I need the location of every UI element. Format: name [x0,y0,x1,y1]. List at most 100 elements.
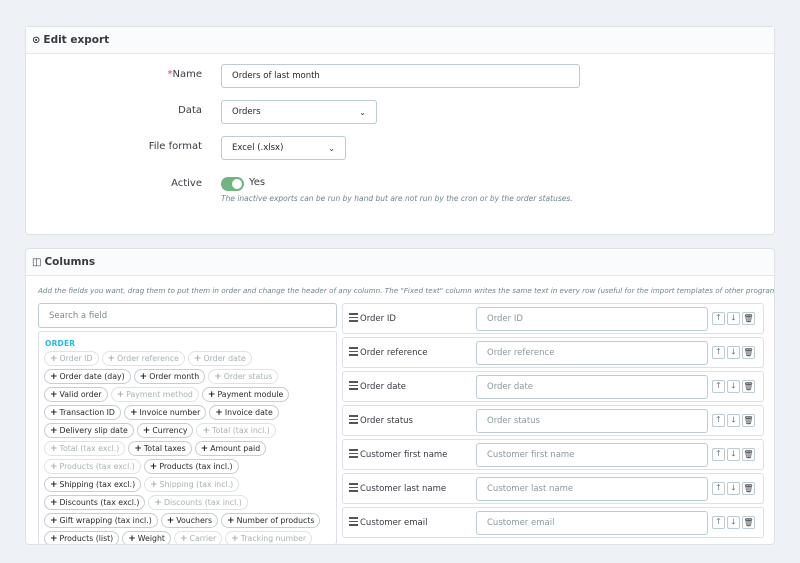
arrow-up-icon[interactable]: 🡑 [712,346,725,359]
field-tag[interactable]: + Total taxes [128,441,192,456]
arrow-down-icon[interactable]: 🡓 [727,482,740,495]
field-tag[interactable]: + Invoice date [209,405,279,420]
field-tag[interactable]: + Discounts (tax excl.) [44,495,146,510]
column-row[interactable]: Order reference Order reference 🡑 🡓 🗑 [342,337,764,368]
column-header-input[interactable]: Customer last name [476,477,708,501]
column-header-input[interactable]: Order date [476,375,708,399]
plus-icon: + [50,497,58,508]
available-fields-list: ORDER + Order ID + Order reference + Order dat… [38,331,337,544]
plus-icon: + [142,425,151,436]
settings-circle-icon: ⊙ [32,34,41,46]
arrow-up-icon[interactable]: 🡑 [712,482,725,495]
columns-help-text: Add the fields you want, drag them to pu… [38,286,775,295]
field-tag[interactable]: + Valid order [44,387,108,402]
trash-icon[interactable]: 🗑 [742,380,755,393]
trash-icon[interactable]: 🗑 [742,516,755,529]
field-tag[interactable]: + Payment module [201,387,290,402]
arrow-up-icon[interactable]: 🡑 [712,516,725,529]
plus-icon: + [214,371,222,382]
column-header-input[interactable]: Customer first name [476,443,708,467]
field-tag: + Shipping (tax incl.) [144,477,240,492]
drag-handle-icon[interactable] [349,449,358,460]
field-tag-label: Total (tax incl.) [212,426,270,435]
field-tag[interactable]: + Delivery slip date [44,423,134,438]
trash-icon[interactable]: 🗑 [742,346,755,359]
column-header-input[interactable]: Order reference [476,341,708,365]
field-tag-label: Number of products [236,516,315,525]
edit-export-header: ⊙ Edit export [26,27,774,54]
column-row[interactable]: Customer email Customer email 🡑 🡓 🗑 [342,507,764,538]
trash-icon[interactable]: 🗑 [742,448,755,461]
drag-handle-icon[interactable] [349,381,358,392]
column-row[interactable]: Customer first name Customer first name 🡑 🡓… [342,439,764,470]
trash-icon[interactable]: 🗑 [742,414,755,427]
column-name: Order ID [360,314,396,324]
drag-handle-icon[interactable] [349,483,358,494]
column-header-input[interactable]: Customer email [476,511,708,535]
plus-icon: + [166,515,175,526]
field-tag[interactable]: + Transaction ID [44,405,121,420]
arrow-down-icon[interactable]: 🡓 [727,380,740,393]
active-toggle[interactable] [221,177,244,191]
file-format-select[interactable]: Excel (.xlsx) ⌄ [221,136,346,160]
field-tag: + Tracking number [225,531,313,544]
field-tag-label: Order date [203,354,246,363]
field-tag[interactable]: + Order month [133,369,206,384]
field-search-input[interactable]: Search a field [38,303,337,328]
column-header-input[interactable]: Order status [476,409,708,433]
field-tag-label: Weight [137,534,165,543]
field-tag[interactable]: + Vouchers [160,513,219,528]
plus-icon: + [50,371,58,382]
field-tag-label: Transaction ID [59,408,115,417]
column-row[interactable]: Customer last name Customer last name 🡑 🡓 🗑 [342,473,764,504]
arrow-down-icon[interactable]: 🡓 [727,448,740,461]
arrow-down-icon[interactable]: 🡓 [727,414,740,427]
field-tag[interactable]: + Gift wrapping (tax incl.) [44,513,158,528]
field-tag-label: Shipping (tax incl.) [159,480,234,489]
field-tag-label: Products (list) [59,534,114,543]
toggle-knob [232,179,242,189]
field-tag[interactable]: + Weight [122,531,171,544]
arrow-down-icon[interactable]: 🡓 [727,312,740,325]
trash-icon[interactable]: 🗑 [742,312,755,325]
plus-icon: + [134,443,142,454]
drag-handle-icon[interactable] [349,347,358,358]
field-tag-label: Order month [149,372,200,381]
drag-handle-icon[interactable] [349,415,358,426]
arrow-up-icon[interactable]: 🡑 [712,380,725,393]
field-tag-label: Order reference [117,354,179,363]
name-input[interactable]: Orders of last month [221,64,580,88]
drag-handle-icon[interactable] [349,517,358,528]
active-label: Active [171,178,202,189]
column-header-input[interactable]: Order ID [476,307,708,331]
field-tag: + Carrier [173,531,223,544]
active-help-text: The inactive exports can be run by hand … [221,194,573,203]
arrow-down-icon[interactable]: 🡓 [727,346,740,359]
field-tag[interactable]: + Amount paid [194,441,267,456]
arrow-up-icon[interactable]: 🡑 [712,312,725,325]
plus-icon: + [179,533,188,544]
column-row[interactable]: Order date Order date 🡑 🡓 🗑 [342,371,764,402]
field-tag[interactable]: + Currency [136,423,194,438]
arrow-up-icon[interactable]: 🡑 [712,448,725,461]
field-tag[interactable]: + Number of products [221,513,321,528]
name-label: *Name [167,69,202,80]
plus-icon: + [107,353,116,364]
plus-icon: + [50,461,58,472]
field-tag[interactable]: + Products (list) [44,531,120,544]
field-tag[interactable]: + Invoice number [123,405,207,420]
arrow-down-icon[interactable]: 🡓 [727,516,740,529]
field-tag: + Order ID [44,351,99,366]
trash-icon[interactable]: 🗑 [742,482,755,495]
field-tag-label: Tracking number [240,534,307,543]
field-tag[interactable]: + Order date (day) [44,369,131,384]
field-tag[interactable]: + Products (tax incl.) [143,459,239,474]
field-tag[interactable]: + Shipping (tax excl.) [44,477,142,492]
column-name: Order status [360,416,413,426]
data-select[interactable]: Orders ⌄ [221,100,377,124]
column-row[interactable]: Order ID Order ID 🡑 🡓 🗑 [342,303,764,334]
arrow-up-icon[interactable]: 🡑 [712,414,725,427]
column-row[interactable]: Order status Order status 🡑 🡓 🗑 [342,405,764,436]
drag-handle-icon[interactable] [349,313,358,324]
plus-icon: + [50,443,58,454]
